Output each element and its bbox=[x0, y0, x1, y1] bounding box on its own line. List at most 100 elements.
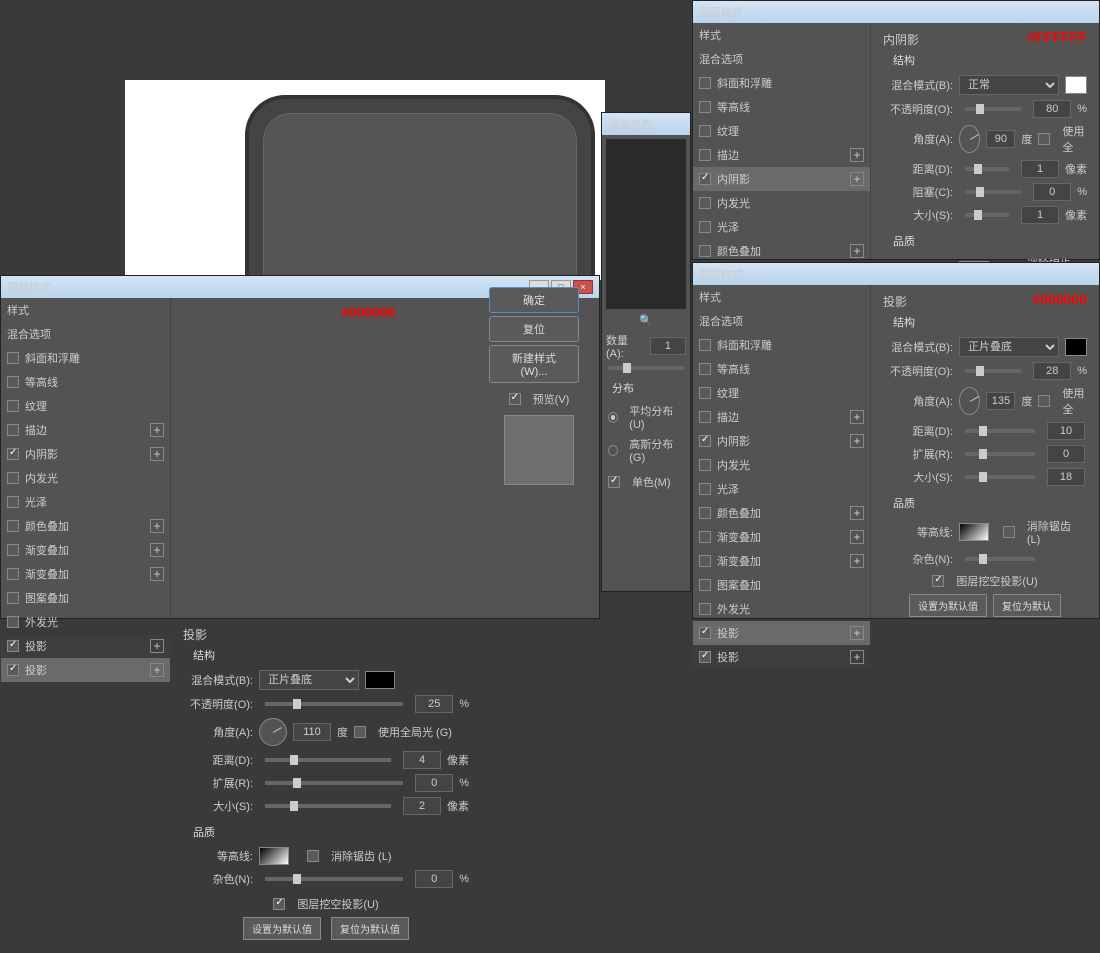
color-overlay-row[interactable]: 颜色叠加+ bbox=[693, 501, 870, 525]
bevel-row[interactable]: 斜面和浮雕 bbox=[693, 333, 870, 357]
mono-check[interactable] bbox=[608, 476, 620, 488]
opacity-input[interactable]: 80 bbox=[1033, 100, 1071, 118]
color-overlay-row[interactable]: 颜色叠加+ bbox=[693, 239, 870, 263]
bevel-row[interactable]: 斜面和浮雕 bbox=[1, 346, 170, 370]
blend-select[interactable]: 正片叠底 bbox=[959, 337, 1059, 357]
color-overlay-row[interactable]: 颜色叠加+ bbox=[1, 514, 170, 538]
spread-slider[interactable] bbox=[265, 781, 403, 785]
inner-glow-row[interactable]: 内发光 bbox=[693, 453, 870, 477]
add-icon[interactable]: + bbox=[850, 650, 864, 664]
add-icon[interactable]: + bbox=[850, 554, 864, 568]
outer-glow-row[interactable]: 外发光 bbox=[693, 597, 870, 621]
titlebar[interactable]: 添加杂色 bbox=[602, 113, 690, 135]
dist-input[interactable]: 10 bbox=[1047, 422, 1085, 440]
anti-alias-check[interactable] bbox=[307, 850, 319, 862]
add-icon[interactable]: + bbox=[850, 530, 864, 544]
add-icon[interactable]: + bbox=[150, 519, 164, 533]
reset-default-button[interactable]: 复位为默认值 bbox=[331, 917, 409, 940]
noise-input[interactable]: 0 bbox=[415, 870, 453, 888]
texture-row[interactable]: 纹理 bbox=[693, 119, 870, 143]
set-default-button[interactable]: 设置为默认值 bbox=[243, 917, 321, 940]
qty-slider[interactable] bbox=[608, 366, 684, 370]
size-slider[interactable] bbox=[265, 804, 391, 808]
knockout-check[interactable] bbox=[932, 575, 944, 587]
dist-input[interactable]: 4 bbox=[403, 751, 441, 769]
grad-overlay-row2[interactable]: 渐变叠加+ bbox=[693, 549, 870, 573]
add-icon[interactable]: + bbox=[150, 423, 164, 437]
texture-row[interactable]: 纹理 bbox=[693, 381, 870, 405]
add-icon[interactable]: + bbox=[850, 626, 864, 640]
add-icon[interactable]: + bbox=[150, 543, 164, 557]
inner-glow-row[interactable]: 内发光 bbox=[693, 191, 870, 215]
stroke-row[interactable]: 描边+ bbox=[693, 405, 870, 429]
add-icon[interactable]: + bbox=[850, 434, 864, 448]
knockout-check[interactable] bbox=[273, 898, 285, 910]
grad-overlay-row[interactable]: 渐变叠加+ bbox=[1, 538, 170, 562]
angle-input[interactable]: 90 bbox=[986, 130, 1015, 148]
pat-overlay-row[interactable]: 图案叠加 bbox=[1, 586, 170, 610]
outer-glow-row[interactable]: 外发光 bbox=[1, 610, 170, 634]
global-light-check[interactable] bbox=[354, 726, 366, 738]
even-radio[interactable] bbox=[608, 412, 618, 423]
drop-shadow-row[interactable]: 投影+ bbox=[693, 621, 870, 645]
satin-row[interactable]: 光泽 bbox=[1, 490, 170, 514]
stroke-row[interactable]: 描边+ bbox=[1, 418, 170, 442]
bevel-row[interactable]: 斜面和浮雕 bbox=[693, 71, 870, 95]
angle-input[interactable]: 110 bbox=[293, 723, 331, 741]
add-icon[interactable]: + bbox=[150, 567, 164, 581]
size-input[interactable]: 1 bbox=[1021, 206, 1059, 224]
angle-dial[interactable] bbox=[959, 125, 980, 153]
color-swatch[interactable] bbox=[365, 671, 395, 689]
contour-row[interactable]: 等高线 bbox=[693, 95, 870, 119]
angle-dial[interactable] bbox=[259, 718, 287, 746]
titlebar[interactable]: 图层样式 bbox=[693, 1, 1099, 23]
add-icon[interactable]: + bbox=[850, 148, 864, 162]
pat-overlay-row[interactable]: 图案叠加 bbox=[693, 573, 870, 597]
ok-button[interactable]: 确定 bbox=[489, 287, 579, 313]
new-style-button[interactable]: 新建样式 (W)... bbox=[489, 345, 579, 383]
drop-shadow-row2[interactable]: 投影+ bbox=[1, 658, 170, 682]
contour-picker[interactable] bbox=[959, 523, 989, 541]
stroke-row[interactable]: 描边+ bbox=[693, 143, 870, 167]
opacity-input[interactable]: 28 bbox=[1033, 362, 1071, 380]
contour-picker[interactable] bbox=[259, 847, 289, 865]
size-input[interactable]: 2 bbox=[403, 797, 441, 815]
blend-options[interactable]: 混合选项 bbox=[693, 309, 870, 333]
add-icon[interactable]: + bbox=[850, 410, 864, 424]
noise-slider[interactable] bbox=[265, 877, 403, 881]
opacity-slider[interactable] bbox=[265, 702, 403, 706]
texture-row[interactable]: 纹理 bbox=[1, 394, 170, 418]
drop-shadow-row2[interactable]: 投影+ bbox=[693, 645, 870, 669]
satin-row[interactable]: 光泽 bbox=[693, 215, 870, 239]
grad-overlay-row2[interactable]: 渐变叠加+ bbox=[1, 562, 170, 586]
reset-default-button[interactable]: 复位为默认 bbox=[993, 594, 1061, 617]
inner-glow-row[interactable]: 内发光 bbox=[1, 466, 170, 490]
titlebar[interactable]: 图层样式 bbox=[693, 263, 1099, 285]
spread-input[interactable]: 0 bbox=[415, 774, 453, 792]
color-swatch[interactable] bbox=[1065, 76, 1087, 94]
qty-input[interactable]: 1 bbox=[650, 337, 686, 355]
spread-input[interactable]: 0 bbox=[1047, 445, 1085, 463]
opacity-slider[interactable] bbox=[965, 107, 1021, 111]
inner-shadow-row[interactable]: 内阴影+ bbox=[1, 442, 170, 466]
cancel-button[interactable]: 复位 bbox=[489, 316, 579, 342]
add-icon[interactable]: + bbox=[150, 447, 164, 461]
preview-check[interactable] bbox=[509, 393, 521, 405]
choke-input[interactable]: 0 bbox=[1033, 183, 1071, 201]
add-icon[interactable]: + bbox=[150, 663, 164, 677]
opacity-input[interactable]: 25 bbox=[415, 695, 453, 713]
angle-input[interactable]: 135 bbox=[986, 392, 1015, 410]
blend-select[interactable]: 正常 bbox=[959, 75, 1059, 95]
satin-row[interactable]: 光泽 bbox=[693, 477, 870, 501]
size-input[interactable]: 18 bbox=[1047, 468, 1085, 486]
blend-select[interactable]: 正片叠底 bbox=[259, 670, 359, 690]
inner-shadow-row[interactable]: 内阴影+ bbox=[693, 167, 870, 191]
drop-shadow-row[interactable]: 投影+ bbox=[1, 634, 170, 658]
grad-overlay-row[interactable]: 渐变叠加+ bbox=[693, 525, 870, 549]
set-default-button[interactable]: 设置为默认值 bbox=[909, 594, 987, 617]
add-icon[interactable]: + bbox=[150, 639, 164, 653]
contour-row[interactable]: 等高线 bbox=[1, 370, 170, 394]
blend-options[interactable]: 混合选项 bbox=[693, 47, 870, 71]
dist-input[interactable]: 1 bbox=[1021, 160, 1059, 178]
dist-slider[interactable] bbox=[265, 758, 391, 762]
